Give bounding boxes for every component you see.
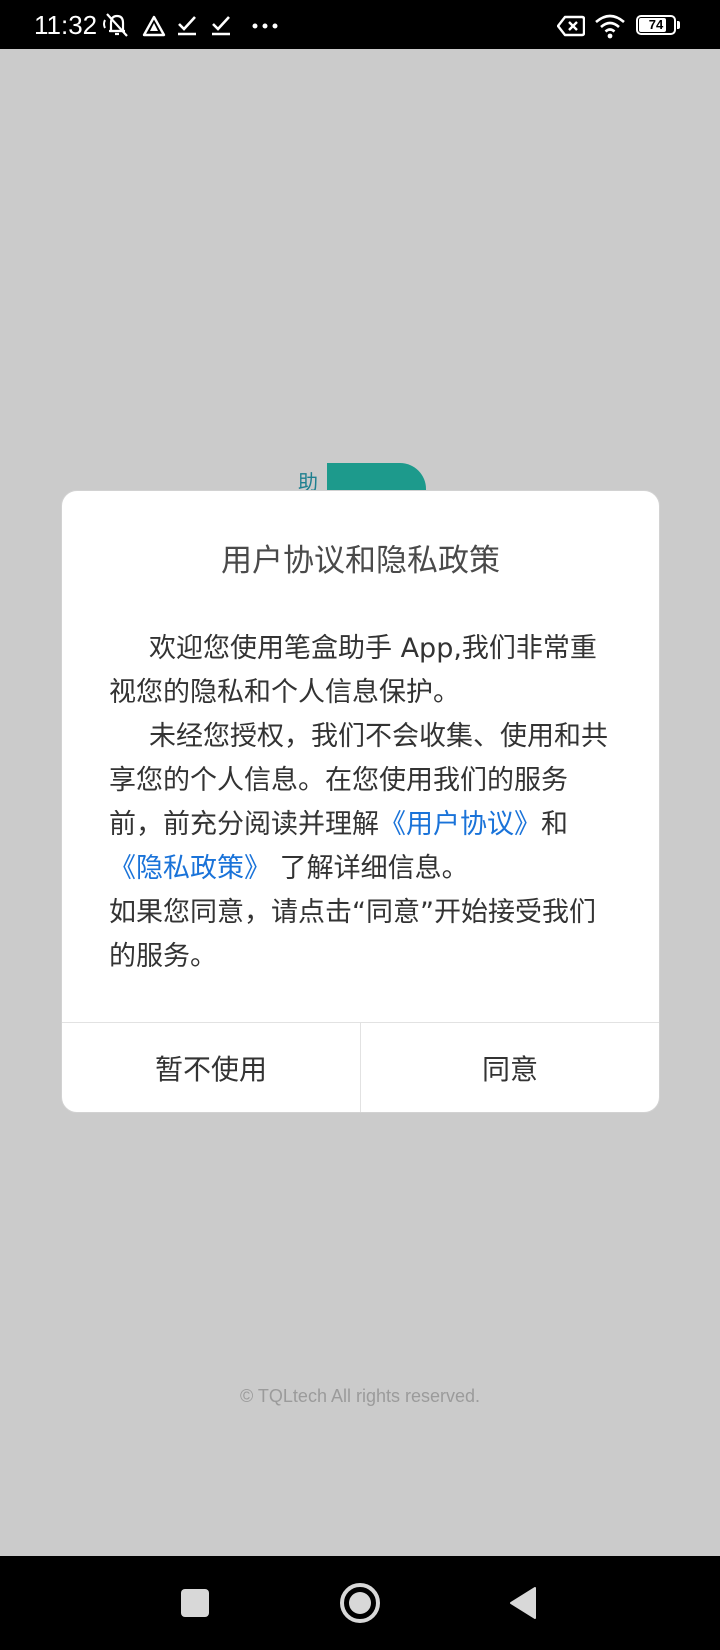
dialog-paragraph-agree-hint: 如果您同意，请点击“同意”开始接受我们的服务。 — [109, 897, 596, 972]
wifi-icon — [595, 14, 625, 39]
more-dots-icon — [252, 23, 278, 29]
dialog-body: 欢迎您使用笔盒助手 App,我们非常重视您的隐私和个人信息保护。 未经您授权，我… — [109, 627, 609, 979]
warning-icon — [142, 15, 166, 37]
status-bar: 11:32 74 — [0, 0, 720, 49]
decline-button[interactable]: 暂不使用 — [62, 1023, 360, 1112]
dialog-paragraph-welcome: 欢迎您使用笔盒助手 App,我们非常重视您的隐私和个人信息保护。 — [109, 633, 597, 708]
consent-text-end: 了解详细信息。 — [271, 853, 469, 884]
battery-percent: 74 — [648, 17, 664, 32]
navigation-bar — [0, 1556, 720, 1650]
dialog-title: 用户协议和隐私政策 — [221, 543, 500, 579]
status-time: 11:32 — [34, 10, 98, 40]
copyright-text: © TQLtech All rights reserved. — [239, 1386, 481, 1406]
checkmark-icon — [212, 16, 230, 36]
home-circle-icon — [340, 1583, 380, 1623]
checkmark-icon — [178, 16, 196, 36]
consent-text-and: 和 — [541, 809, 568, 840]
back-triangle-icon — [510, 1587, 536, 1619]
muted-bell-icon — [103, 13, 128, 37]
user-agreement-link[interactable]: 《用户协议》 — [379, 809, 541, 840]
battery-icon: 74 — [636, 15, 676, 35]
agree-button[interactable]: 同意 — [360, 1023, 659, 1112]
recents-square-icon — [181, 1589, 209, 1617]
dialog-paragraph-consent: 未经您授权，我们不会收集、使用和共享您的个人信息。在您使用我们的服务前，前充分阅… — [109, 715, 609, 891]
privacy-dialog: 用户协议和隐私政策 欢迎您使用笔盒助手 App,我们非常重视您的隐私和个人信息保… — [61, 490, 660, 1113]
dialog-actions: 暂不使用 同意 — [62, 1022, 659, 1112]
privacy-policy-link[interactable]: 《隐私政策》 — [109, 853, 271, 884]
home-button[interactable] — [300, 1556, 420, 1650]
back-button[interactable] — [463, 1556, 583, 1650]
recents-button[interactable] — [135, 1556, 255, 1650]
x-box-icon — [557, 15, 585, 37]
battery-tip — [677, 21, 680, 29]
